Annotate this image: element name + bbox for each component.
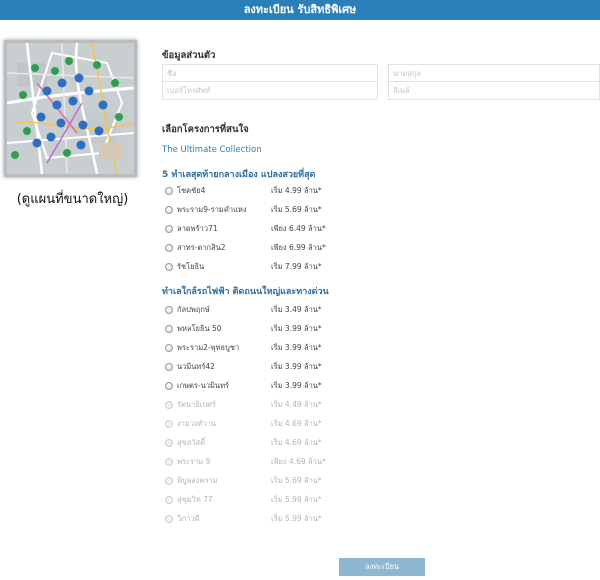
personal-info-title: ข้อมูลส่วนตัว — [162, 50, 216, 61]
radio-button-disabled — [165, 458, 173, 466]
radio-button[interactable] — [165, 244, 173, 252]
radio-button[interactable] — [165, 363, 173, 371]
radio-button-disabled — [165, 496, 173, 504]
radio-button[interactable] — [165, 263, 173, 271]
radio-button-disabled — [165, 439, 173, 447]
radio-button[interactable] — [165, 187, 173, 195]
project-option[interactable]: พหลโยธิน 50 เริ่ม 3.99 ล้าน* — [165, 322, 322, 336]
project-option-disabled: รัตนาธิเบศร์ เริ่ม 4.49 ล้าน* — [165, 398, 322, 412]
project-option[interactable]: โชคชัย4 เริ่ม 4.99 ล้าน* — [165, 184, 322, 198]
map-caption-link[interactable]: (ดูแผนที่ขนาดใหญ่) — [10, 188, 135, 209]
radio-button[interactable] — [165, 225, 173, 233]
page-header: ลงทะเบียน รับสิทธิพิเศษ — [0, 0, 600, 20]
radio-button[interactable] — [165, 206, 173, 214]
project-option-disabled: พระราม 9 เพียง 4.69 ล้าน* — [165, 455, 326, 469]
radio-button[interactable] — [165, 344, 173, 352]
radio-button-disabled — [165, 401, 173, 409]
radio-button[interactable] — [165, 306, 173, 314]
email-input[interactable] — [388, 81, 600, 100]
project-option-disabled: วิภาวดี เริ่ม 5.99 ล้าน* — [165, 512, 322, 526]
radio-button-disabled — [165, 420, 173, 428]
project-option-disabled: สุขสวัสดิ์ เริ่ม 4.69 ล้าน* — [165, 436, 322, 450]
project-option[interactable]: รัชโยธิน เริ่ม 7.99 ล้าน* — [165, 260, 322, 274]
group-title-transit: ทำเลใกล้รถไฟฟ้า ติดถนนใหญ่และทางด่วน — [162, 287, 329, 297]
project-option[interactable]: สาทร-ตากสิน2 เพียง 6.99 ล้าน* — [165, 241, 326, 255]
project-option[interactable]: พระราม2-พุทธบูชา เริ่ม 3.99 ล้าน* — [165, 341, 322, 355]
project-option-disabled: สุขุมวิท 77 เริ่ม 5.99 ล้าน* — [165, 493, 322, 507]
project-option[interactable]: เกษตร-นวมินทร์ เริ่ม 3.99 ล้าน* — [165, 379, 322, 393]
map-image — [7, 43, 134, 174]
project-option[interactable]: กัลปพฤกษ์ เริ่ม 3.49 ล้าน* — [165, 303, 322, 317]
project-select-title: เลือกโครงการที่สนใจ — [162, 124, 249, 135]
group-title-downtown: 5 ทำเลสุดท้ายกลางเมือง แปลงสวยที่สุด — [162, 170, 316, 180]
radio-button-disabled — [165, 515, 173, 523]
project-option[interactable]: นวมินทร์42 เริ่ม 3.99 ล้าน* — [165, 360, 322, 374]
phone-input[interactable] — [162, 81, 378, 100]
project-option[interactable]: พระราม9-รามคำแหง เริ่ม 5.69 ล้าน* — [165, 203, 322, 217]
project-option[interactable]: ลาดพร้าว71 เพียง 6.49 ล้าน* — [165, 222, 326, 236]
radio-button[interactable] — [165, 382, 173, 390]
radio-button[interactable] — [165, 325, 173, 333]
project-option-disabled: พิบูลสงคราม เริ่ม 5.69 ล้าน* — [165, 474, 322, 488]
map-thumbnail[interactable] — [4, 40, 137, 177]
header-title: ลงทะเบียน รับสิทธิพิเศษ — [243, 3, 357, 16]
project-option-disabled: งามวงศ์วาน เริ่ม 4.69 ล้าน* — [165, 417, 322, 431]
register-button[interactable]: ลงทะเบียน — [339, 558, 425, 576]
radio-button-disabled — [165, 477, 173, 485]
ultimate-collection-link[interactable]: The Ultimate Collection — [162, 145, 262, 155]
